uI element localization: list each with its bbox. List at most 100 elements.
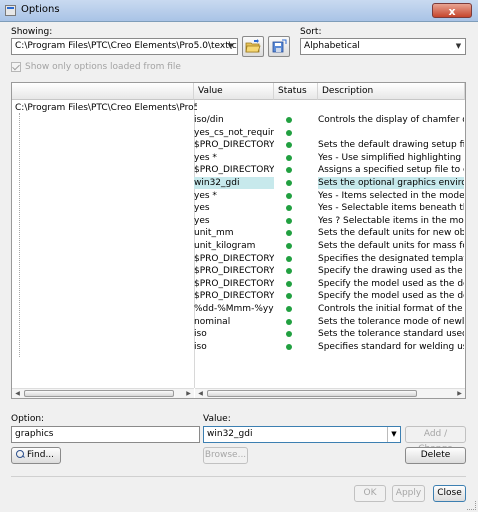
- resize-grip-icon[interactable]: [467, 501, 476, 510]
- table-row[interactable]: prehighlightyesYes - Selectable items be…: [12, 202, 464, 214]
- close-button[interactable]: Close: [433, 485, 466, 502]
- loaded-only-label: Show only options loaded from file: [25, 62, 181, 72]
- folder-open-icon: [245, 39, 261, 53]
- status-ok-icon: [286, 331, 292, 338]
- option-input[interactable]: graphics: [11, 426, 200, 443]
- status-ok-icon: [286, 217, 292, 224]
- status-ok-icon: [286, 129, 292, 136]
- table-row[interactable]: pro_unit_massunit_kilogramSets the defau…: [12, 240, 464, 252]
- status-ok-icon: [286, 205, 292, 212]
- value-input[interactable]: win32_gdi: [207, 429, 252, 439]
- option-description: Assigns a specified setup file to each d…: [318, 165, 464, 176]
- table-row[interactable]: highlight_geometryyes *Yes - Items selec…: [12, 190, 464, 202]
- option-description: Yes - Selectable items beneath the point…: [318, 203, 464, 214]
- showing-value: C:\Program Files\PTC\Creo Elements\Pro5.…: [15, 41, 237, 51]
- option-value: iso/din: [194, 115, 224, 125]
- option-description: Specify the model used as the default so…: [318, 291, 464, 302]
- table-row[interactable]: pro_unit_lengthunit_mmSets the default u…: [12, 227, 464, 239]
- table-row[interactable]: tolerance_standardisoSets the tolerance …: [12, 328, 464, 340]
- table-row[interactable]: drawing_setup_file$PRO_DIRECTORY\text\pr…: [12, 139, 464, 151]
- status-ok-icon: [286, 293, 292, 300]
- option-value: $PRO_DIRECTORY\templates\mmns_part_solid…: [194, 291, 274, 302]
- browse-button[interactable]: Browse...: [203, 447, 248, 464]
- option-value: yes_cs_not_required: [194, 127, 274, 138]
- option-value: $PRO_DIRECTORY\templates\mmns_part_sheet…: [194, 278, 274, 289]
- table-row[interactable]: weld_ui_standardisoSpecifies standard fo…: [12, 341, 464, 353]
- table-row[interactable]: todays_date_note_format%dd-%Mmm-%yy *Con…: [12, 303, 464, 315]
- option-value: $PRO_DIRECTORY\templates\a4_drawing.drw: [194, 266, 274, 277]
- table-row[interactable]: format_setup_file$PRO_DIRECTORY\text\pro…: [12, 164, 464, 176]
- option-description: Yes - Use simplified highlighting which …: [318, 152, 464, 163]
- table-row[interactable]: template_designasm$PRO_DIRECTORY\templat…: [12, 253, 464, 265]
- table-row[interactable]: template_sheetmetalpart$PRO_DIRECTORY\te…: [12, 278, 464, 290]
- option-description: Yes - Items selected in the model tree a…: [318, 190, 464, 201]
- option-value: unit_mm: [194, 228, 234, 239]
- status-ok-icon: [286, 180, 292, 186]
- window-close-button[interactable]: x: [432, 3, 472, 18]
- option-description: Specify the model used as the default sh…: [318, 278, 464, 289]
- status-ok-icon: [286, 243, 292, 249]
- status-ok-icon: [286, 306, 292, 312]
- save-file-button[interactable]: [268, 36, 290, 57]
- sort-label: Sort:: [300, 27, 322, 37]
- table-row[interactable]: template_solidpart$PRO_DIRECTORY\templat…: [12, 290, 464, 302]
- scroll-thumb[interactable]: [24, 390, 174, 397]
- find-button[interactable]: Find...: [11, 447, 61, 464]
- table-row[interactable]: chamfer_45deg_dim_textiso/dinControls th…: [12, 114, 464, 126]
- add-change-button[interactable]: Add / Change: [405, 426, 466, 454]
- showing-dropdown[interactable]: C:\Program Files\PTC\Creo Elements\Pro5.…: [11, 38, 238, 55]
- table-row[interactable]: tol_modenominalSets the tolerance mode o…: [12, 316, 464, 328]
- scroll-left-icon[interactable]: ◀: [196, 389, 205, 398]
- status-ok-icon: [286, 318, 292, 325]
- column-header-name[interactable]: [12, 83, 194, 100]
- option-label: Option:: [11, 414, 45, 424]
- ok-button[interactable]: OK: [354, 485, 386, 502]
- detail-columns-scrollbar[interactable]: ◀ ▶: [195, 388, 465, 398]
- option-value: yes: [194, 203, 210, 214]
- scroll-right-icon[interactable]: ▶: [455, 389, 464, 398]
- status-ok-icon: [286, 255, 292, 262]
- option-value: iso: [194, 341, 207, 352]
- option-value: $PRO_DIRECTORY\templates\mmns_asm_design…: [194, 253, 274, 264]
- save-copy-icon: [272, 39, 287, 53]
- options-table[interactable]: Value Status Description C:\Program File…: [11, 82, 466, 399]
- table-row[interactable]: cleanup_drawing_dependenciesyes_cs_not_r…: [12, 127, 464, 139]
- delete-button[interactable]: Delete: [405, 447, 466, 464]
- name-column-scrollbar[interactable]: ◀ ▶: [12, 388, 194, 398]
- apply-button[interactable]: Apply: [392, 485, 425, 502]
- status-ok-icon: [286, 192, 292, 199]
- option-value: iso: [194, 329, 207, 340]
- sort-dropdown[interactable]: Alphabetical ▼: [300, 38, 466, 55]
- column-header-status[interactable]: Status: [274, 83, 318, 100]
- search-icon: [16, 450, 24, 458]
- title-bar[interactable]: Options x: [0, 0, 478, 22]
- option-description: Sets the tolerance mode of newly created…: [318, 316, 464, 327]
- option-description: Yes ? Selectable items in the model tree…: [318, 215, 464, 226]
- showing-label: Showing:: [11, 27, 53, 37]
- option-description: Sets the default drawing setup file opti…: [318, 140, 464, 151]
- table-row[interactable]: fast_highlightyes *Yes - Use simplified …: [12, 152, 464, 164]
- window-title: Options: [21, 4, 60, 15]
- option-description: Controls the display of chamfer dimensio…: [318, 115, 464, 125]
- chevron-down-icon[interactable]: ▼: [387, 427, 400, 442]
- status-ok-icon: [286, 167, 292, 174]
- column-header-description[interactable]: Description: [318, 83, 465, 100]
- table-row[interactable]: graphicswin32_gdiSets the optional graph…: [12, 177, 464, 189]
- tree-root-path: C:\Program Files\PTC\Creo Elements\Pro5.…: [15, 103, 197, 113]
- app-icon: [5, 5, 16, 16]
- status-ok-icon: [286, 230, 292, 237]
- column-header-value[interactable]: Value: [194, 83, 274, 100]
- option-value: $PRO_DIRECTORY\text\prodetail.dtl: [194, 140, 274, 151]
- status-ok-icon: [286, 280, 292, 287]
- value-combo[interactable]: win32_gdi ▼: [203, 426, 401, 443]
- scroll-right-icon[interactable]: ▶: [184, 389, 193, 398]
- open-file-button[interactable]: [242, 36, 264, 57]
- table-row[interactable]: template_drawing$PRO_DIRECTORY\templates…: [12, 265, 464, 277]
- option-description: Sets the default units for new objects.: [318, 228, 464, 239]
- scroll-left-icon[interactable]: ◀: [13, 389, 22, 398]
- loaded-only-checkbox[interactable]: [11, 62, 21, 72]
- option-value: %dd-%Mmm-%yy *: [194, 304, 274, 314]
- tree-root-row[interactable]: C:\Program Files\PTC\Creo Elements\Pro5.…: [12, 102, 464, 114]
- table-row[interactable]: prehighlight_treeyesYes ? Selectable ite…: [12, 215, 464, 227]
- scroll-thumb[interactable]: [207, 390, 417, 397]
